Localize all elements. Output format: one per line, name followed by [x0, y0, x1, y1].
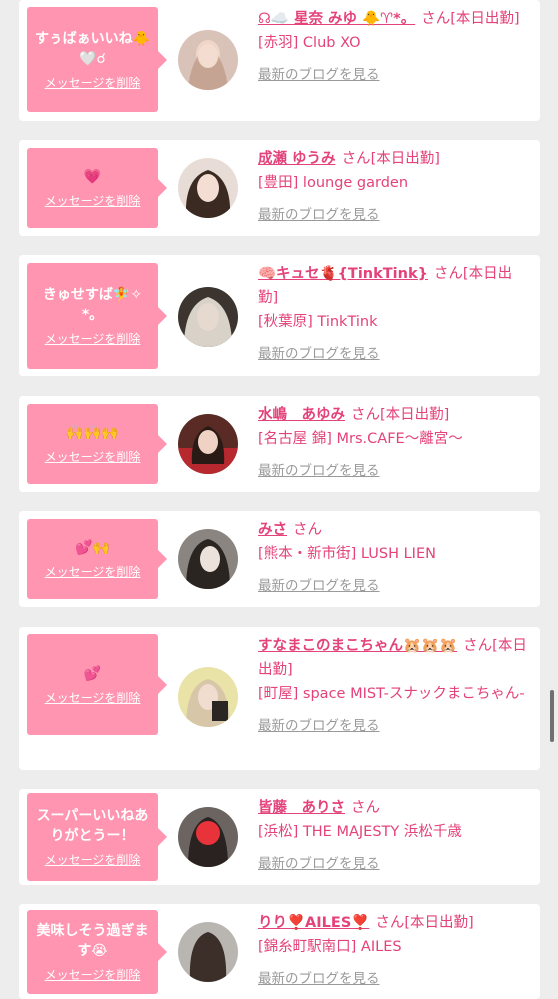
honorific: さん: [433, 266, 463, 282]
message-text: 💕: [83, 665, 102, 682]
cast-info: 成瀬 ゆうみ さん[本日出勤] [豊田] lounge garden 最新のブログ…: [258, 147, 532, 227]
list-item: きゅせすば🧚✧*。 メッセージを削除 🧠キュセ🫀{TinkTink} さん[本日出…: [19, 255, 540, 376]
work-status: [本日出勤]: [370, 151, 440, 167]
cast-info: 皆藤 ありさ さん [浜松] THE MAJESTY 浜松千歳 最新のブログを見る: [258, 796, 532, 876]
list-item: 🙌🙌🙌 メッセージを削除 水嶋 あゆみ さん[本日出勤] [名古屋 錦] Mrs.…: [19, 396, 540, 492]
latest-blog-link[interactable]: 最新のブログを見る: [258, 342, 532, 366]
message-text: 美味しそう過ぎます😭: [36, 923, 149, 959]
cast-name-link[interactable]: 成瀬 ゆうみ: [258, 151, 336, 167]
avatar[interactable]: [178, 667, 238, 727]
latest-blog-link[interactable]: 最新のブログを見る: [258, 459, 532, 483]
delete-message-link[interactable]: メッセージを削除: [45, 331, 141, 347]
list-item: 💕 メッセージを削除 すなまこのまこちゃん🐹🐹🐹 さん[本日出勤] [町屋] sp…: [19, 627, 540, 770]
honorific: さん: [351, 407, 380, 423]
cast-info: ☊☁️ 星奈 みゆ 🐥♈︎*。 さん[本日出勤] [赤羽] Club XO 最新の…: [258, 7, 532, 87]
shop-name: [熊本・新市街] LUSH LIEN: [258, 546, 436, 562]
message-text: 💕🙌: [75, 540, 110, 556]
list-item: 美味しそう過ぎます😭 メッセージを削除 りり❣️AILES❣️ さん[本日出勤] …: [19, 904, 540, 999]
honorific: さん: [463, 638, 493, 654]
honorific: さん: [375, 915, 405, 931]
message-list: すぅばぁいいね🐥🤍☌ メッセージを削除 ☊☁️ 星奈 みゆ 🐥♈︎*。 さん[本日…: [0, 0, 558, 999]
message-text: すぅばぁいいね🐥🤍☌: [35, 30, 151, 67]
avatar[interactable]: [178, 529, 238, 589]
message-bubble: すぅばぁいいね🐥🤍☌ メッセージを削除: [27, 7, 167, 112]
message-text: 🙌🙌🙌: [66, 425, 119, 441]
list-item: すぅばぁいいね🐥🤍☌ メッセージを削除 ☊☁️ 星奈 みゆ 🐥♈︎*。 さん[本日…: [19, 0, 540, 121]
delete-message-link[interactable]: メッセージを削除: [45, 449, 141, 465]
delete-message-link[interactable]: メッセージを削除: [45, 564, 141, 580]
cast-name-link[interactable]: 🧠キュセ🫀{TinkTink}: [258, 266, 428, 282]
shop-name: [名古屋 錦] Mrs.CAFE〜離宮〜: [258, 431, 463, 447]
message-bubble: 💗 メッセージを削除: [27, 148, 167, 228]
message-text: 💗: [83, 169, 102, 185]
cast-name-link[interactable]: みさ: [258, 522, 287, 538]
honorific: さん: [341, 151, 371, 167]
list-item: スーパーいいねありがとうー！ メッセージを削除 皆藤 ありさ さん [浜松] TH…: [19, 789, 540, 885]
delete-message-link[interactable]: メッセージを削除: [45, 193, 141, 209]
list-item: 💕🙌 メッセージを削除 みさ さん [熊本・新市街] LUSH LIEN 最新のブ…: [19, 511, 540, 607]
latest-blog-link[interactable]: 最新のブログを見る: [258, 203, 532, 227]
scrollbar[interactable]: [550, 690, 554, 742]
cast-info: みさ さん [熊本・新市街] LUSH LIEN 最新のブログを見る: [258, 518, 532, 598]
latest-blog-link[interactable]: 最新のブログを見る: [258, 63, 532, 87]
shop-name: [町屋] space MIST-スナックまこちゃん-: [258, 686, 525, 702]
delete-message-link[interactable]: メッセージを削除: [45, 967, 141, 983]
message-bubble: 💕🙌 メッセージを削除: [27, 519, 167, 599]
delete-message-link[interactable]: メッセージを削除: [45, 690, 141, 706]
latest-blog-link[interactable]: 最新のブログを見る: [258, 852, 532, 876]
avatar[interactable]: [178, 922, 238, 982]
cast-name-link[interactable]: 皆藤 ありさ: [258, 800, 345, 816]
message-bubble: スーパーいいねありがとうー！ メッセージを削除: [27, 793, 167, 881]
latest-blog-link[interactable]: 最新のブログを見る: [258, 574, 532, 598]
work-status: [本日出勤]: [404, 915, 474, 931]
shop-name: [浜松] THE MAJESTY 浜松千歳: [258, 824, 462, 840]
cast-info: りり❣️AILES❣️ さん[本日出勤] [錦糸町駅南口] AILES 最新のブロ…: [258, 911, 532, 991]
cast-name-link[interactable]: りり❣️AILES❣️: [258, 915, 369, 931]
cast-info: 🧠キュセ🫀{TinkTink} さん[本日出勤] [秋葉原] TinkTink 最…: [258, 262, 532, 366]
delete-message-link[interactable]: メッセージを削除: [45, 75, 141, 91]
avatar[interactable]: [178, 807, 238, 867]
message-text: きゅせすば🧚✧*。: [42, 287, 143, 323]
cast-name-link[interactable]: 水嶋 あゆみ: [258, 407, 345, 423]
honorific: さん: [421, 11, 451, 27]
honorific: さん: [351, 800, 380, 816]
cast-info: 水嶋 あゆみ さん[本日出勤] [名古屋 錦] Mrs.CAFE〜離宮〜 最新のブ…: [258, 403, 532, 483]
message-bubble: きゅせすば🧚✧*。 メッセージを削除: [27, 263, 167, 369]
shop-name: [秋葉原] TinkTink: [258, 314, 378, 330]
cast-info: すなまこのまこちゃん🐹🐹🐹 さん[本日出勤] [町屋] space MIST-スナ…: [258, 634, 532, 738]
list-item: 💗 メッセージを削除 成瀬 ゆうみ さん[本日出勤] [豊田] lounge ga…: [19, 140, 540, 236]
shop-name: [豊田] lounge garden: [258, 175, 409, 191]
work-status: [本日出勤]: [380, 407, 450, 423]
honorific: さん: [293, 522, 322, 538]
avatar[interactable]: [178, 287, 238, 347]
message-bubble: 🙌🙌🙌 メッセージを削除: [27, 404, 167, 484]
delete-message-link[interactable]: メッセージを削除: [45, 852, 141, 868]
latest-blog-link[interactable]: 最新のブログを見る: [258, 967, 532, 991]
avatar[interactable]: [178, 414, 238, 474]
message-text: スーパーいいねありがとうー！: [36, 808, 149, 844]
avatar[interactable]: [178, 30, 238, 90]
message-bubble: 💕 メッセージを削除: [27, 634, 167, 735]
cast-name-link[interactable]: すなまこのまこちゃん🐹🐹🐹: [258, 638, 457, 654]
latest-blog-link[interactable]: 最新のブログを見る: [258, 714, 532, 738]
shop-name: [赤羽] Club XO: [258, 35, 361, 51]
work-status: [本日出勤]: [450, 11, 520, 27]
shop-name: [錦糸町駅南口] AILES: [258, 939, 402, 955]
avatar[interactable]: [178, 158, 238, 218]
cast-name-link[interactable]: ☊☁️ 星奈 みゆ 🐥♈︎*。: [258, 11, 415, 27]
message-bubble: 美味しそう過ぎます😭 メッセージを削除: [27, 910, 167, 994]
